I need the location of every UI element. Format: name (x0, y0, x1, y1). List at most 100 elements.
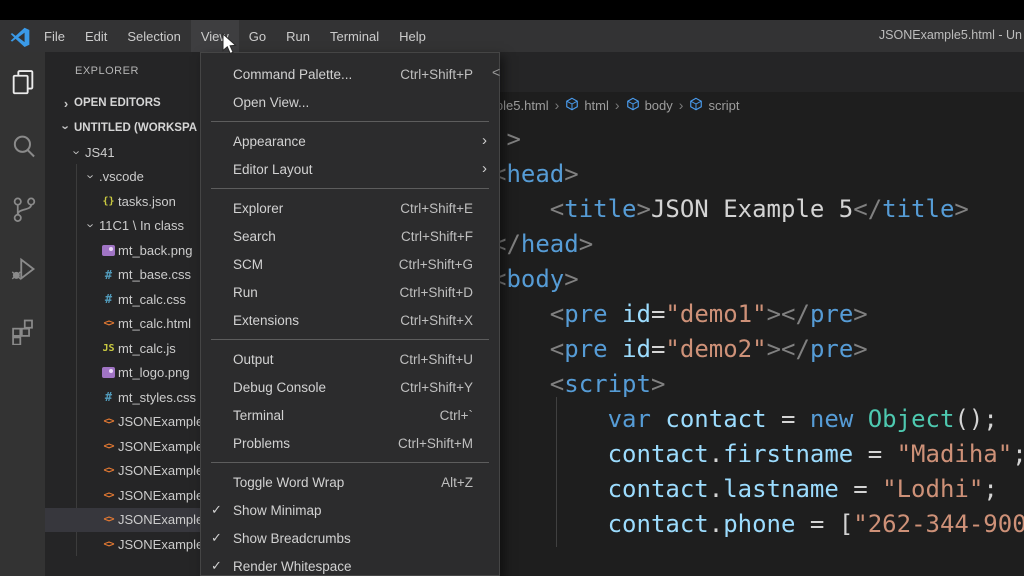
menu-item-extensions[interactable]: ExtensionsCtrl+Shift+X (201, 306, 499, 334)
code-token: pre (564, 300, 607, 328)
menu-item-terminal[interactable]: TerminalCtrl+` (201, 401, 499, 429)
code-token: > (853, 300, 867, 328)
code-token: = (651, 300, 665, 328)
code-token: JSON Example 5 (651, 195, 853, 223)
code-line: contact.lastname = "Lodhi"; (492, 472, 1024, 507)
code-token: contact (608, 475, 709, 503)
code-token: = (853, 440, 896, 468)
symbol-cube-icon (626, 97, 640, 114)
chevron-expanded-icon: › (70, 144, 85, 160)
menubar-item-run[interactable]: Run (276, 20, 320, 52)
menu-item-shortcut: Ctrl+Shift+G (399, 257, 473, 272)
search-icon[interactable] (9, 132, 37, 160)
code-token: id (622, 335, 651, 363)
css-file-icon: # (99, 292, 118, 306)
menu-item-explorer[interactable]: ExplorerCtrl+Shift+E (201, 194, 499, 222)
menu-item-command-palette[interactable]: Command Palette...Ctrl+Shift+P (201, 60, 499, 88)
code-token: "demo1" (665, 300, 766, 328)
js-file-icon: JS (99, 343, 118, 354)
menu-item-label: Debug Console (233, 380, 400, 395)
code-token: = (839, 475, 882, 503)
menu-item-search[interactable]: SearchCtrl+Shift+F (201, 222, 499, 250)
code-token: < (550, 335, 564, 363)
menu-item-editor-layout[interactable]: Editor Layout› (201, 155, 499, 183)
breadcrumb-separator-icon: › (615, 97, 620, 113)
menubar-item-terminal[interactable]: Terminal (320, 20, 389, 52)
tree-label: UNTITLED (WORKSPA (74, 122, 197, 134)
breadcrumb-label: html (584, 98, 609, 113)
menu-item-shortcut: Ctrl+Shift+M (398, 436, 473, 451)
code-token: = (651, 335, 665, 363)
menu-item-shortcut: Ctrl+` (440, 408, 473, 423)
menu-item-shortcut: Ctrl+Shift+P (400, 67, 473, 82)
code-token (492, 300, 550, 328)
checkmark-icon: ✓ (211, 558, 222, 574)
menubar-item-selection[interactable]: Selection (117, 20, 190, 52)
menu-item-label: Explorer (233, 201, 400, 216)
menu-item-shortcut: Alt+Z (441, 475, 473, 490)
code-token (492, 370, 550, 398)
window-title: JSONExample5.html - Un (879, 28, 1022, 42)
code-token (651, 405, 665, 433)
extensions-icon[interactable] (9, 317, 37, 345)
menu-item-shortcut: Ctrl+Shift+U (399, 352, 473, 367)
code-token (853, 405, 867, 433)
menu-item-show-breadcrumbs[interactable]: ✓Show Breadcrumbs (201, 524, 499, 552)
menu-item-scm[interactable]: SCMCtrl+Shift+G (201, 250, 499, 278)
code-line: </head> (492, 227, 1024, 262)
menu-separator (211, 121, 489, 122)
menu-item-shortcut: Ctrl+Shift+D (399, 285, 473, 300)
code-line: <body> (492, 262, 1024, 297)
css-file-icon: # (99, 390, 118, 404)
run-and-debug-icon[interactable] (9, 255, 37, 283)
menu-item-run[interactable]: RunCtrl+Shift+D (201, 278, 499, 306)
tree-label: mt_styles.css (118, 390, 196, 405)
breadcrumb-item-html[interactable]: html (565, 97, 609, 114)
code-token: ; (1012, 440, 1024, 468)
code-token: > (579, 230, 593, 258)
menu-item-output[interactable]: OutputCtrl+Shift+U (201, 345, 499, 373)
explorer-icon[interactable] (9, 67, 37, 95)
menu-item-appearance[interactable]: Appearance› (201, 127, 499, 155)
menu-item-debug-console[interactable]: Debug ConsoleCtrl+Shift+Y (201, 373, 499, 401)
menu-item-render-whitespace[interactable]: ✓Render Whitespace (201, 552, 499, 576)
menu-item-toggle-word-wrap[interactable]: Toggle Word WrapAlt+Z (201, 468, 499, 496)
code-token: > (506, 125, 520, 153)
breadcrumb-item-body[interactable]: body (626, 97, 673, 114)
breadcrumb-item-script[interactable]: script (689, 97, 739, 114)
code-token: pre (810, 335, 853, 363)
tree-label: JSONExample6 (118, 537, 210, 552)
source-control-icon[interactable] (9, 194, 37, 222)
breadcrumb-label: body (645, 98, 673, 113)
menubar-item-go[interactable]: Go (239, 20, 276, 52)
menubar-item-file[interactable]: File (34, 20, 75, 52)
menu-item-label: Open View... (233, 95, 473, 110)
menu-item-label: SCM (233, 257, 399, 272)
menu-item-shortcut: Ctrl+Shift+X (400, 313, 473, 328)
code-token: < (550, 195, 564, 223)
menu-item-open-view[interactable]: Open View... (201, 88, 499, 116)
vscode-logo-icon (9, 25, 31, 47)
code-token (492, 510, 608, 538)
menubar-item-help[interactable]: Help (389, 20, 436, 52)
explorer-title: EXPLORER (75, 65, 139, 77)
menubar-item-edit[interactable]: Edit (75, 20, 117, 52)
code-token: contact (608, 510, 709, 538)
code-token: new (810, 405, 853, 433)
code-line: contact.phone = ["262-344-900 (492, 507, 1024, 542)
letterbox-bar (0, 0, 1024, 20)
menu-item-label: Extensions (233, 313, 400, 328)
menu-item-label: Terminal (233, 408, 440, 423)
tree-label: JSONExample5 (118, 512, 210, 527)
code-token: . (709, 440, 723, 468)
json-file-icon: {} (99, 196, 118, 207)
mouse-cursor (221, 33, 243, 57)
html-file-icon: <> (99, 318, 118, 329)
menu-item-problems[interactable]: ProblemsCtrl+Shift+M (201, 429, 499, 457)
chevron-collapsed-icon: › (58, 96, 74, 111)
code-area[interactable]: ><head> <title>JSON Example 5</title></h… (492, 122, 1024, 542)
menu-item-show-minimap[interactable]: ✓Show Minimap (201, 496, 499, 524)
chevron-expanded-icon: › (59, 120, 74, 136)
code-token: contact (608, 440, 709, 468)
tree-label: JS41 (85, 145, 115, 160)
